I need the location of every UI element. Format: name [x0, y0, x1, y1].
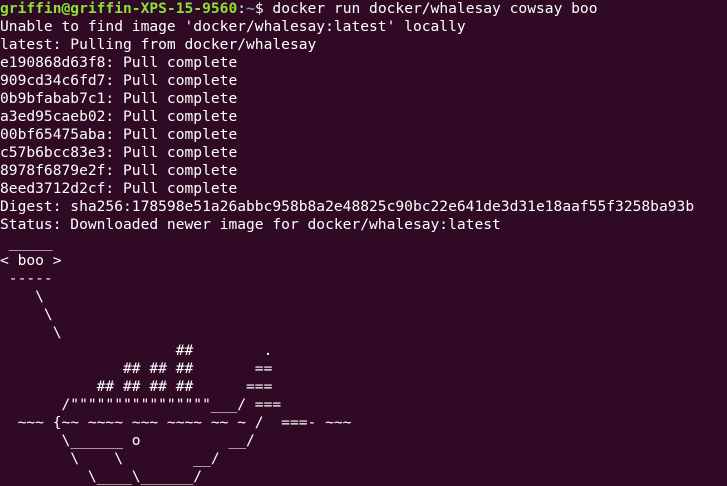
- output-line: e190868d63f8: Pull complete: [0, 54, 238, 71]
- command-text: docker run docker/whalesay cowsay boo: [272, 0, 598, 17]
- cowsay-line: ## .: [0, 342, 273, 359]
- prompt-path: ~: [246, 0, 255, 17]
- cowsay-line: \: [0, 306, 53, 323]
- output-line: c57b6bcc83e3: Pull complete: [0, 144, 238, 161]
- output-line: Unable to find image 'docker/whalesay:la…: [0, 18, 466, 35]
- output-line: 0b9bfabab7c1: Pull complete: [0, 90, 238, 107]
- command-prompt-line: griffin@griffin-XPS-15-9560:~$ docker ru…: [0, 0, 727, 18]
- cowsay-line: \: [0, 288, 44, 305]
- prompt-separator: :: [237, 0, 247, 17]
- cowsay-line: -----: [0, 270, 53, 287]
- output-line: 8eed3712d2cf: Pull complete: [0, 180, 238, 197]
- cowsay-line: ## ## ## ==: [0, 360, 273, 377]
- cowsay-line: \ \ __/: [0, 450, 220, 467]
- output-line: a3ed95caeb02: Pull complete: [0, 108, 238, 125]
- prompt-symbol: $: [254, 0, 273, 17]
- cowsay-line: \: [0, 324, 62, 341]
- cowsay-line: \____\______/: [0, 468, 203, 485]
- cowsay-line: ~~~ {~~ ~~~~ ~~~ ~~~~ ~~ ~ / ===- ~~~: [0, 414, 352, 431]
- cowsay-line: < boo >: [0, 252, 62, 269]
- cowsay-line: _____: [0, 234, 53, 251]
- digest-line: Digest: sha256:178598e51a26abbc958b8a2e4…: [0, 198, 695, 215]
- output-line: 909cd34c6fd7: Pull complete: [0, 72, 238, 89]
- cowsay-line: /""""""""""""""""___/ ===: [0, 396, 282, 413]
- status-line: Status: Downloaded newer image for docke…: [0, 216, 501, 233]
- output-line: latest: Pulling from docker/whalesay: [0, 36, 317, 53]
- cowsay-line: ## ## ## ## ===: [0, 378, 273, 395]
- cowsay-line: \______ o __/: [0, 432, 255, 449]
- prompt-user-host: griffin@griffin-XPS-15-9560: [0, 0, 238, 17]
- output-line: 8978f6879e2f: Pull complete: [0, 162, 238, 179]
- terminal-window[interactable]: griffin@griffin-XPS-15-9560:~$ docker ru…: [0, 0, 727, 486]
- output-line: 00bf65475aba: Pull complete: [0, 126, 238, 143]
